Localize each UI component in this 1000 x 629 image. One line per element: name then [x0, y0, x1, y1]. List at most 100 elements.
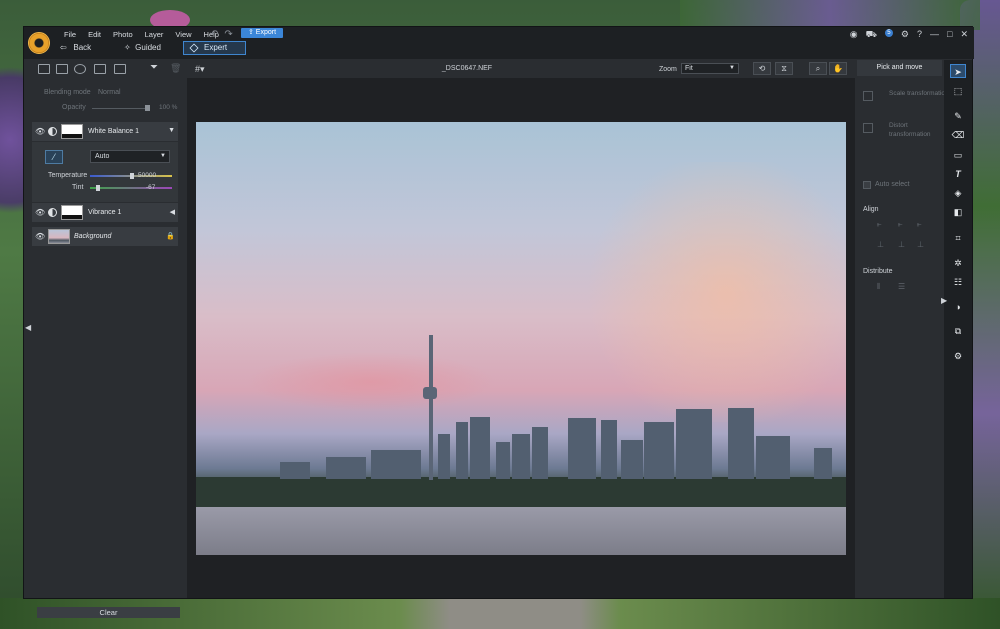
scale-icon	[863, 91, 873, 101]
undo-icon[interactable]: ↶	[210, 29, 224, 40]
layer-white-balance[interactable]: 👁 White Balance 1 ▼	[32, 122, 178, 142]
magic-wand-icon: ✧	[124, 43, 136, 52]
menu-view[interactable]: View	[169, 30, 197, 40]
help-button[interactable]: ?	[917, 29, 922, 41]
align-left-icon[interactable]: ⫦	[877, 220, 882, 230]
text-tool-icon[interactable]: T	[950, 167, 966, 181]
layer-name: White Balance 1	[88, 128, 139, 135]
zoom-value: Fit	[685, 65, 693, 72]
photo-building	[728, 408, 754, 479]
layer-menu-icon[interactable]	[114, 64, 126, 74]
distribute-vertical-icon[interactable]: ☰	[898, 282, 905, 291]
distort-icon	[863, 123, 873, 133]
opacity-slider-track[interactable]	[92, 108, 150, 109]
collapse-arrow-icon[interactable]: ▼	[168, 127, 175, 134]
photo-building	[601, 420, 617, 479]
photo-tower-pod	[423, 387, 437, 399]
photo-sky-glow	[576, 162, 846, 422]
cart-icon[interactable]: ⛟	[866, 29, 877, 41]
photo-canvas[interactable]	[196, 122, 846, 555]
align-middle-icon[interactable]: ⊥	[898, 240, 905, 249]
opacity-slider-knob[interactable]	[145, 105, 150, 111]
photo-cn-tower	[429, 335, 433, 480]
tint-slider-track[interactable]	[90, 187, 172, 189]
align-label: Align	[863, 206, 879, 213]
mask-icon[interactable]	[94, 64, 106, 74]
app-window: File Edit Photo Layer View Help ↶↷ ⇪ Exp…	[23, 26, 974, 618]
eraser-tool-icon[interactable]: ⌫	[950, 128, 966, 142]
clone-tool-icon[interactable]: ⧉	[950, 324, 966, 338]
minimize-button[interactable]: —	[930, 29, 939, 41]
expand-right-panel-icon[interactable]: ▶	[941, 296, 947, 305]
visibility-eye-icon[interactable]: 👁	[35, 127, 45, 136]
layer-background[interactable]: 👁 Background 🔒	[32, 227, 178, 247]
layer-thumbnail	[48, 229, 70, 244]
export-label: Export	[255, 29, 277, 36]
layer-thumbnail	[61, 124, 83, 139]
layer-vibrance[interactable]: 👁 Vibrance 1 ◀	[32, 203, 178, 223]
image-layer-icon[interactable]	[56, 64, 68, 74]
blending-mode-select[interactable]: Normal	[98, 89, 121, 96]
expert-mode-button[interactable]: Expert	[183, 41, 246, 55]
menu-layer[interactable]: Layer	[139, 30, 170, 40]
canvas-area: #▾ _DSC0647.NEF Zoom Fit ▼ ⟲ ⧖ ⌕ ✋	[187, 60, 855, 598]
menu-photo[interactable]: Photo	[107, 30, 139, 40]
adjustments-tool-icon[interactable]: ☷	[950, 275, 966, 289]
visibility-eye-icon[interactable]: 👁	[35, 208, 45, 217]
white-balance-mode-select[interactable]: Auto ▼	[90, 150, 170, 163]
distribute-horizontal-icon[interactable]: ⫴	[877, 282, 880, 292]
rotate-icon[interactable]: ⟲	[753, 62, 771, 75]
hand-tool-icon[interactable]: ✋	[829, 62, 847, 75]
notifications-badge[interactable]: 5	[884, 29, 893, 37]
settings-tool-icon[interactable]: ⚙	[950, 349, 966, 363]
grid-icon[interactable]: #▾	[195, 64, 205, 75]
maximize-button[interactable]: □	[947, 29, 952, 41]
photo-building	[496, 442, 510, 479]
magic-wand-tool-icon[interactable]: ✲	[950, 256, 966, 270]
menu-edit[interactable]: Edit	[82, 30, 107, 40]
clear-button[interactable]: Clear	[37, 607, 180, 618]
eyedropper-icon[interactable]: ⁄	[45, 150, 63, 164]
tint-slider-knob[interactable]	[96, 185, 100, 191]
tool-options-header: Pick and move	[857, 60, 942, 76]
temperature-slider-knob[interactable]	[130, 173, 134, 179]
collapse-left-panel-icon[interactable]: ◀	[25, 323, 31, 332]
flip-icon[interactable]: ⧖	[775, 62, 793, 75]
align-top-icon[interactable]: ⊥	[877, 240, 884, 249]
zoom-select[interactable]: Fit ▼	[681, 63, 739, 74]
brush-tool-icon[interactable]: ✎	[950, 109, 966, 123]
effects-tool-icon[interactable]: ◑	[950, 300, 966, 314]
photo-building	[456, 422, 468, 479]
gradient-tool-icon[interactable]: ◧	[950, 205, 966, 219]
delete-layer-icon[interactable]: 🗑	[170, 63, 181, 74]
adjustment-icon	[48, 127, 57, 136]
selection-brush-tool-icon[interactable]: ⬚	[950, 84, 966, 98]
photo-building	[512, 434, 530, 479]
redo-icon[interactable]: ↷	[224, 29, 238, 40]
pick-and-move-tool-icon[interactable]: ➤	[950, 64, 966, 78]
filter-icon[interactable]: ⏷	[150, 62, 158, 73]
expand-arrow-icon[interactable]: ◀	[170, 208, 175, 216]
zoom-tool-icon[interactable]: ⌕	[809, 62, 827, 75]
expert-label: Expert	[204, 43, 228, 52]
tool-options-panel: Pick and move Scale transformation Disto…	[857, 60, 949, 598]
visibility-eye-icon[interactable]: 👁	[35, 232, 45, 241]
align-bottom-icon[interactable]: ⊥	[917, 240, 924, 249]
new-layer-icon[interactable]	[38, 64, 50, 74]
adjustment-layer-icon[interactable]	[74, 64, 86, 74]
auto-select-checkbox[interactable]	[863, 181, 871, 189]
export-button[interactable]: ⇪ Export	[241, 28, 283, 38]
settings-gear-icon[interactable]: ⚙	[901, 29, 909, 41]
close-button[interactable]: ✕	[960, 29, 968, 41]
back-button[interactable]: ⇦ Back	[60, 43, 91, 52]
align-right-icon[interactable]: ⫦	[917, 220, 922, 230]
fill-tool-icon[interactable]: ◈	[950, 186, 966, 200]
crop-tool-icon[interactable]: ⌗	[950, 231, 966, 245]
account-icon[interactable]: ◉	[850, 29, 858, 41]
guided-mode-button[interactable]: ✧ Guided	[124, 43, 161, 52]
layers-icon	[189, 43, 199, 53]
menu-file[interactable]: File	[58, 30, 82, 40]
white-balance-mode-value: Auto	[95, 153, 110, 160]
rectangle-tool-icon[interactable]: ▭	[950, 148, 966, 162]
align-center-icon[interactable]: ⫦	[898, 220, 903, 230]
